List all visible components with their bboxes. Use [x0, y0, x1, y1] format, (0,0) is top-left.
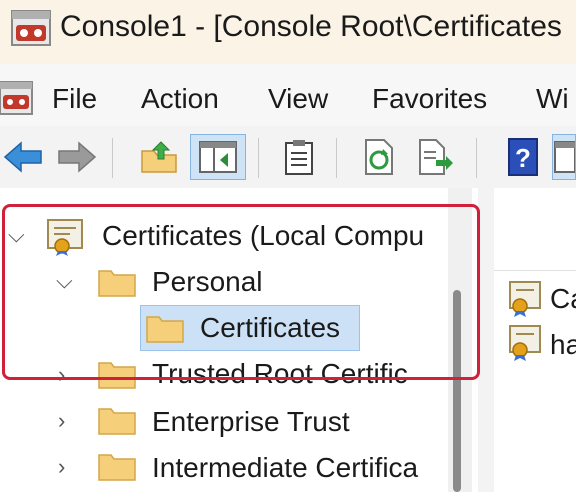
tree-item-trusted-root[interactable]: Trusted Root Certific	[152, 358, 408, 390]
menu-file[interactable]: File	[52, 83, 97, 115]
certificate-list-item[interactable]: Ca	[550, 283, 576, 315]
folder-icon	[98, 454, 136, 481]
menu-action[interactable]: Action	[141, 83, 219, 115]
tree-item-enterprise-trust[interactable]: Enterprise Trust	[152, 406, 350, 438]
menu-view[interactable]: View	[268, 83, 328, 115]
collapse-chevron-icon[interactable]: ⌵	[56, 268, 73, 294]
back-button[interactable]	[0, 134, 46, 180]
tree-scrollbar-thumb[interactable]	[453, 290, 461, 492]
certificate-icon	[509, 325, 541, 361]
action-pane-icon	[554, 141, 575, 173]
toolbar-separator	[258, 138, 259, 178]
up-one-level-button[interactable]	[136, 134, 182, 180]
certificate-icon	[509, 281, 541, 317]
window-title: Console1 - [Console Root\Certificates	[60, 10, 562, 43]
forward-arrow-icon	[58, 141, 97, 173]
folder-icon	[98, 270, 136, 297]
certificate-store-icon	[47, 219, 83, 256]
show-hide-tree-button[interactable]	[190, 134, 246, 180]
certificate-list-item[interactable]: ha	[550, 329, 576, 361]
folder-icon	[98, 408, 136, 435]
clipboard-icon	[285, 140, 313, 175]
help-icon: ?	[508, 138, 538, 176]
pane-splitter[interactable]	[478, 188, 494, 492]
properties-button[interactable]	[276, 134, 322, 180]
mmc-app-icon	[11, 10, 51, 46]
column-header[interactable]	[494, 188, 576, 271]
refresh-icon	[365, 139, 393, 175]
export-list-button[interactable]	[412, 134, 458, 180]
tree-root-label[interactable]: Certificates (Local Compu	[102, 220, 424, 252]
toolbar-separator	[336, 138, 337, 178]
toolbar-separator	[112, 138, 113, 178]
menu-window[interactable]: Wi	[536, 83, 569, 115]
refresh-button[interactable]	[356, 134, 402, 180]
expand-chevron-icon[interactable]: ›	[58, 454, 65, 480]
console-tree-icon	[199, 141, 237, 173]
svg-text:?: ?	[515, 143, 531, 173]
back-arrow-icon	[3, 141, 42, 173]
export-list-icon	[419, 139, 453, 175]
collapse-chevron-icon[interactable]: ⌵	[8, 222, 25, 248]
expand-chevron-icon[interactable]: ›	[58, 362, 65, 388]
forward-button[interactable]	[54, 134, 100, 180]
help-button[interactable]: ?	[500, 134, 546, 180]
system-menu-icon[interactable]	[0, 78, 34, 118]
folder-icon	[146, 316, 184, 343]
tree-item-certificates[interactable]: Certificates	[200, 312, 340, 344]
show-hide-action-button[interactable]	[552, 134, 576, 180]
expand-chevron-icon[interactable]: ›	[58, 408, 65, 434]
tree-item-personal[interactable]: Personal	[152, 266, 263, 298]
tree-item-intermediate[interactable]: Intermediate Certifica	[152, 452, 418, 484]
folder-icon	[98, 362, 136, 389]
menu-favorites[interactable]: Favorites	[372, 83, 487, 115]
toolbar-separator	[476, 138, 477, 178]
up-folder-icon	[141, 141, 177, 173]
